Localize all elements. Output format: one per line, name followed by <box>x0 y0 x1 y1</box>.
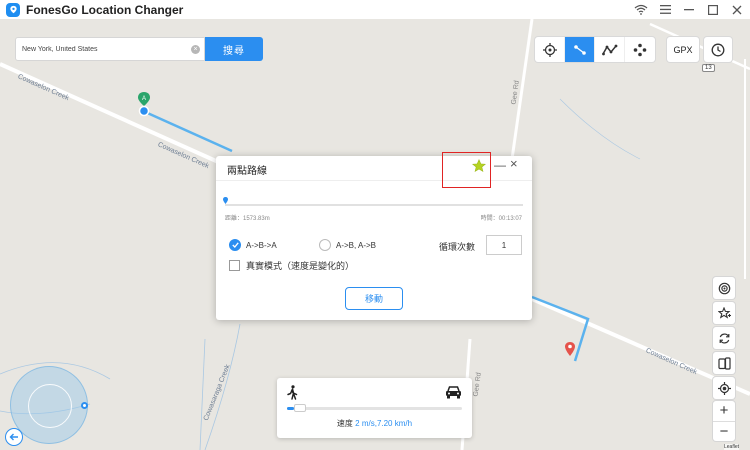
route-progress-track <box>225 204 523 206</box>
minimize-icon[interactable] <box>682 3 696 17</box>
refresh-button[interactable] <box>713 327 735 349</box>
clear-search-icon[interactable]: × <box>191 44 200 54</box>
radio-checked-icon[interactable] <box>229 239 241 251</box>
my-location-icon <box>717 381 731 395</box>
speed-slider-track[interactable] <box>287 407 462 410</box>
loop-count-input[interactable] <box>486 235 522 255</box>
app-logo-icon <box>6 2 20 17</box>
back-button[interactable] <box>5 428 23 446</box>
crosshair-icon <box>542 42 557 57</box>
map-attribution[interactable]: Leaflet <box>724 444 740 450</box>
wifi-icon[interactable] <box>634 3 648 17</box>
side-toolbar <box>713 277 735 399</box>
speed-value: 2 m/s,7.20 km/h <box>355 419 413 428</box>
mode-option-aba-label: A->B->A <box>246 240 277 250</box>
joystick-mode-button[interactable] <box>625 37 655 62</box>
multi-spot-mode-button[interactable] <box>595 37 625 62</box>
realistic-mode-label: 真實模式（速度是變化的） <box>246 261 355 271</box>
multi-spot-route-icon <box>601 44 617 55</box>
search-input[interactable] <box>22 45 187 53</box>
distance-text: 距離：1573.83m <box>225 216 270 222</box>
realistic-mode-checkbox[interactable] <box>229 260 240 271</box>
current-location-button[interactable] <box>713 377 735 399</box>
joystick-handle[interactable] <box>81 402 88 409</box>
app-title: FonesGo Location Changer <box>26 2 184 17</box>
star-plus-icon <box>717 306 731 319</box>
search-button[interactable]: 搜尋 <box>205 37 263 61</box>
route-13-shield: 13 <box>702 64 715 72</box>
speed-panel: 速度 2 m/s,7.20 km/h <box>277 378 472 438</box>
two-spot-route-icon <box>573 44 586 55</box>
teleport-mode-button[interactable] <box>535 37 565 62</box>
close-icon[interactable] <box>730 3 744 17</box>
target-icon <box>718 282 730 294</box>
locate-target-button[interactable] <box>713 277 735 299</box>
refresh-icon <box>719 332 729 344</box>
realistic-mode-option[interactable]: 真實模式（速度是變化的） <box>229 259 354 272</box>
radio-unchecked-icon[interactable] <box>319 239 331 251</box>
favorite-add-button[interactable] <box>713 302 735 324</box>
marker-a-label: A <box>142 96 146 102</box>
menu-icon[interactable] <box>658 3 672 17</box>
arrow-left-icon <box>9 433 18 441</box>
dialog-title: 兩點路線 <box>227 166 267 177</box>
loop-count-label: 循環次數 <box>439 242 476 252</box>
title-bar: FonesGo Location Changer <box>0 0 750 19</box>
zoom-out-button[interactable]: − <box>713 422 735 442</box>
highlight-box <box>442 152 491 188</box>
speed-label: 速度 <box>336 419 353 428</box>
speed-readout: 速度 2 m/s,7.20 km/h <box>277 418 472 429</box>
device-switch-button[interactable] <box>713 352 735 374</box>
walking-icon[interactable] <box>287 385 298 400</box>
mode-toolbar <box>535 37 655 62</box>
time-text: 時間：00:13:07 <box>480 216 522 222</box>
mode-option-aba[interactable]: A->B->A <box>229 239 277 251</box>
gpx-button[interactable]: GPX <box>667 37 699 62</box>
dialog-minimize-icon[interactable]: — <box>494 158 506 172</box>
two-spot-mode-button[interactable] <box>565 37 595 62</box>
clock-icon <box>711 43 725 56</box>
marker-a-icon[interactable]: A <box>136 91 152 117</box>
search-box[interactable]: × <box>15 37 205 61</box>
dialog-close-icon[interactable]: × <box>510 156 518 171</box>
zoom-in-button[interactable]: + <box>713 401 735 422</box>
car-icon[interactable] <box>445 385 462 399</box>
mode-option-abab-label: A->B, A->B <box>336 240 377 250</box>
move-button[interactable]: 移動 <box>345 287 403 310</box>
progress-pin-icon <box>223 197 228 204</box>
speed-slider-fill <box>287 407 294 410</box>
history-button[interactable] <box>704 37 732 62</box>
speed-slider-knob[interactable] <box>294 404 306 412</box>
joystick-inner-ring <box>28 384 72 428</box>
devices-icon <box>717 356 731 370</box>
joystick-icon <box>633 43 647 56</box>
marker-b-icon[interactable] <box>564 341 576 359</box>
maximize-icon[interactable] <box>706 3 720 17</box>
zoom-control: + − <box>713 401 735 441</box>
mode-option-abab[interactable]: A->B, A->B <box>319 239 376 251</box>
